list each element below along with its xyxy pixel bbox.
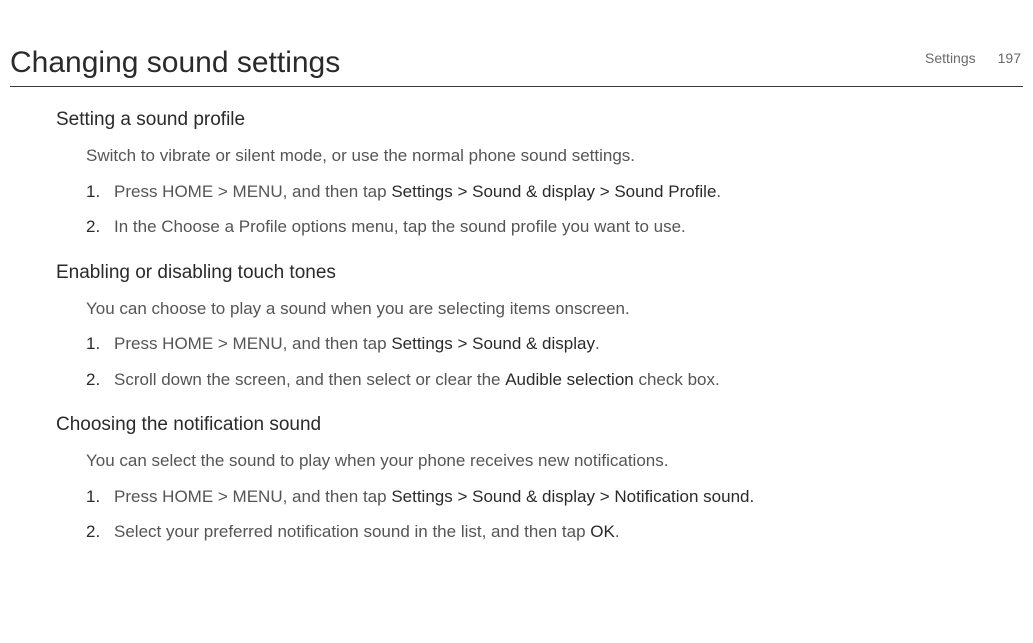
step-text-post: . <box>595 334 600 353</box>
step-text: Press HOME > MENU, and then tap <box>114 487 391 506</box>
subsection-heading-sound-profile: Setting a sound profile <box>56 109 1009 131</box>
step-text: Press HOME > MENU, and then tap <box>114 182 391 201</box>
header-right: Settings 197 <box>925 50 1021 66</box>
step-text-post: . <box>716 182 721 201</box>
list-item: Select your preferred notification sound… <box>86 519 1009 545</box>
step-text: Select your preferred notification sound… <box>114 522 590 541</box>
bold-text: Settings > Sound & display > Sound Profi… <box>391 182 716 201</box>
step-text-post: . <box>615 522 620 541</box>
step-list: Press HOME > MENU, and then tap Settings… <box>86 179 1009 240</box>
intro-text: You can select the sound to play when yo… <box>86 448 1009 474</box>
step-list: Press HOME > MENU, and then tap Settings… <box>86 331 1009 392</box>
intro-text: Switch to vibrate or silent mode, or use… <box>86 143 1009 169</box>
bold-text: Settings > Sound & display > Notificatio… <box>391 487 754 506</box>
section-label: Settings <box>925 50 976 66</box>
step-text-post: check box. <box>634 370 720 389</box>
list-item: In the Choose a Profile options menu, ta… <box>86 214 1009 240</box>
bold-text: Settings > Sound & display <box>391 334 595 353</box>
list-item: Press HOME > MENU, and then tap Settings… <box>86 331 1009 357</box>
bold-text: OK <box>590 522 615 541</box>
step-text: Press HOME > MENU, and then tap <box>114 334 391 353</box>
step-text: In the Choose a Profile options menu, ta… <box>114 217 686 236</box>
page-title: Changing sound settings <box>10 46 1023 87</box>
page-number: 197 <box>998 50 1021 66</box>
content-body: Setting a sound profile Switch to vibrat… <box>56 109 1009 545</box>
bold-text: Audible selection <box>505 370 634 389</box>
intro-text: You can choose to play a sound when you … <box>86 296 1009 322</box>
step-list: Press HOME > MENU, and then tap Settings… <box>86 484 1009 545</box>
list-item: Press HOME > MENU, and then tap Settings… <box>86 484 1009 510</box>
list-item: Scroll down the screen, and then select … <box>86 367 1009 393</box>
subsection-heading-notification-sound: Choosing the notification sound <box>56 414 1009 436</box>
subsection-heading-touch-tones: Enabling or disabling touch tones <box>56 262 1009 284</box>
list-item: Press HOME > MENU, and then tap Settings… <box>86 179 1009 205</box>
step-text: Scroll down the screen, and then select … <box>114 370 505 389</box>
